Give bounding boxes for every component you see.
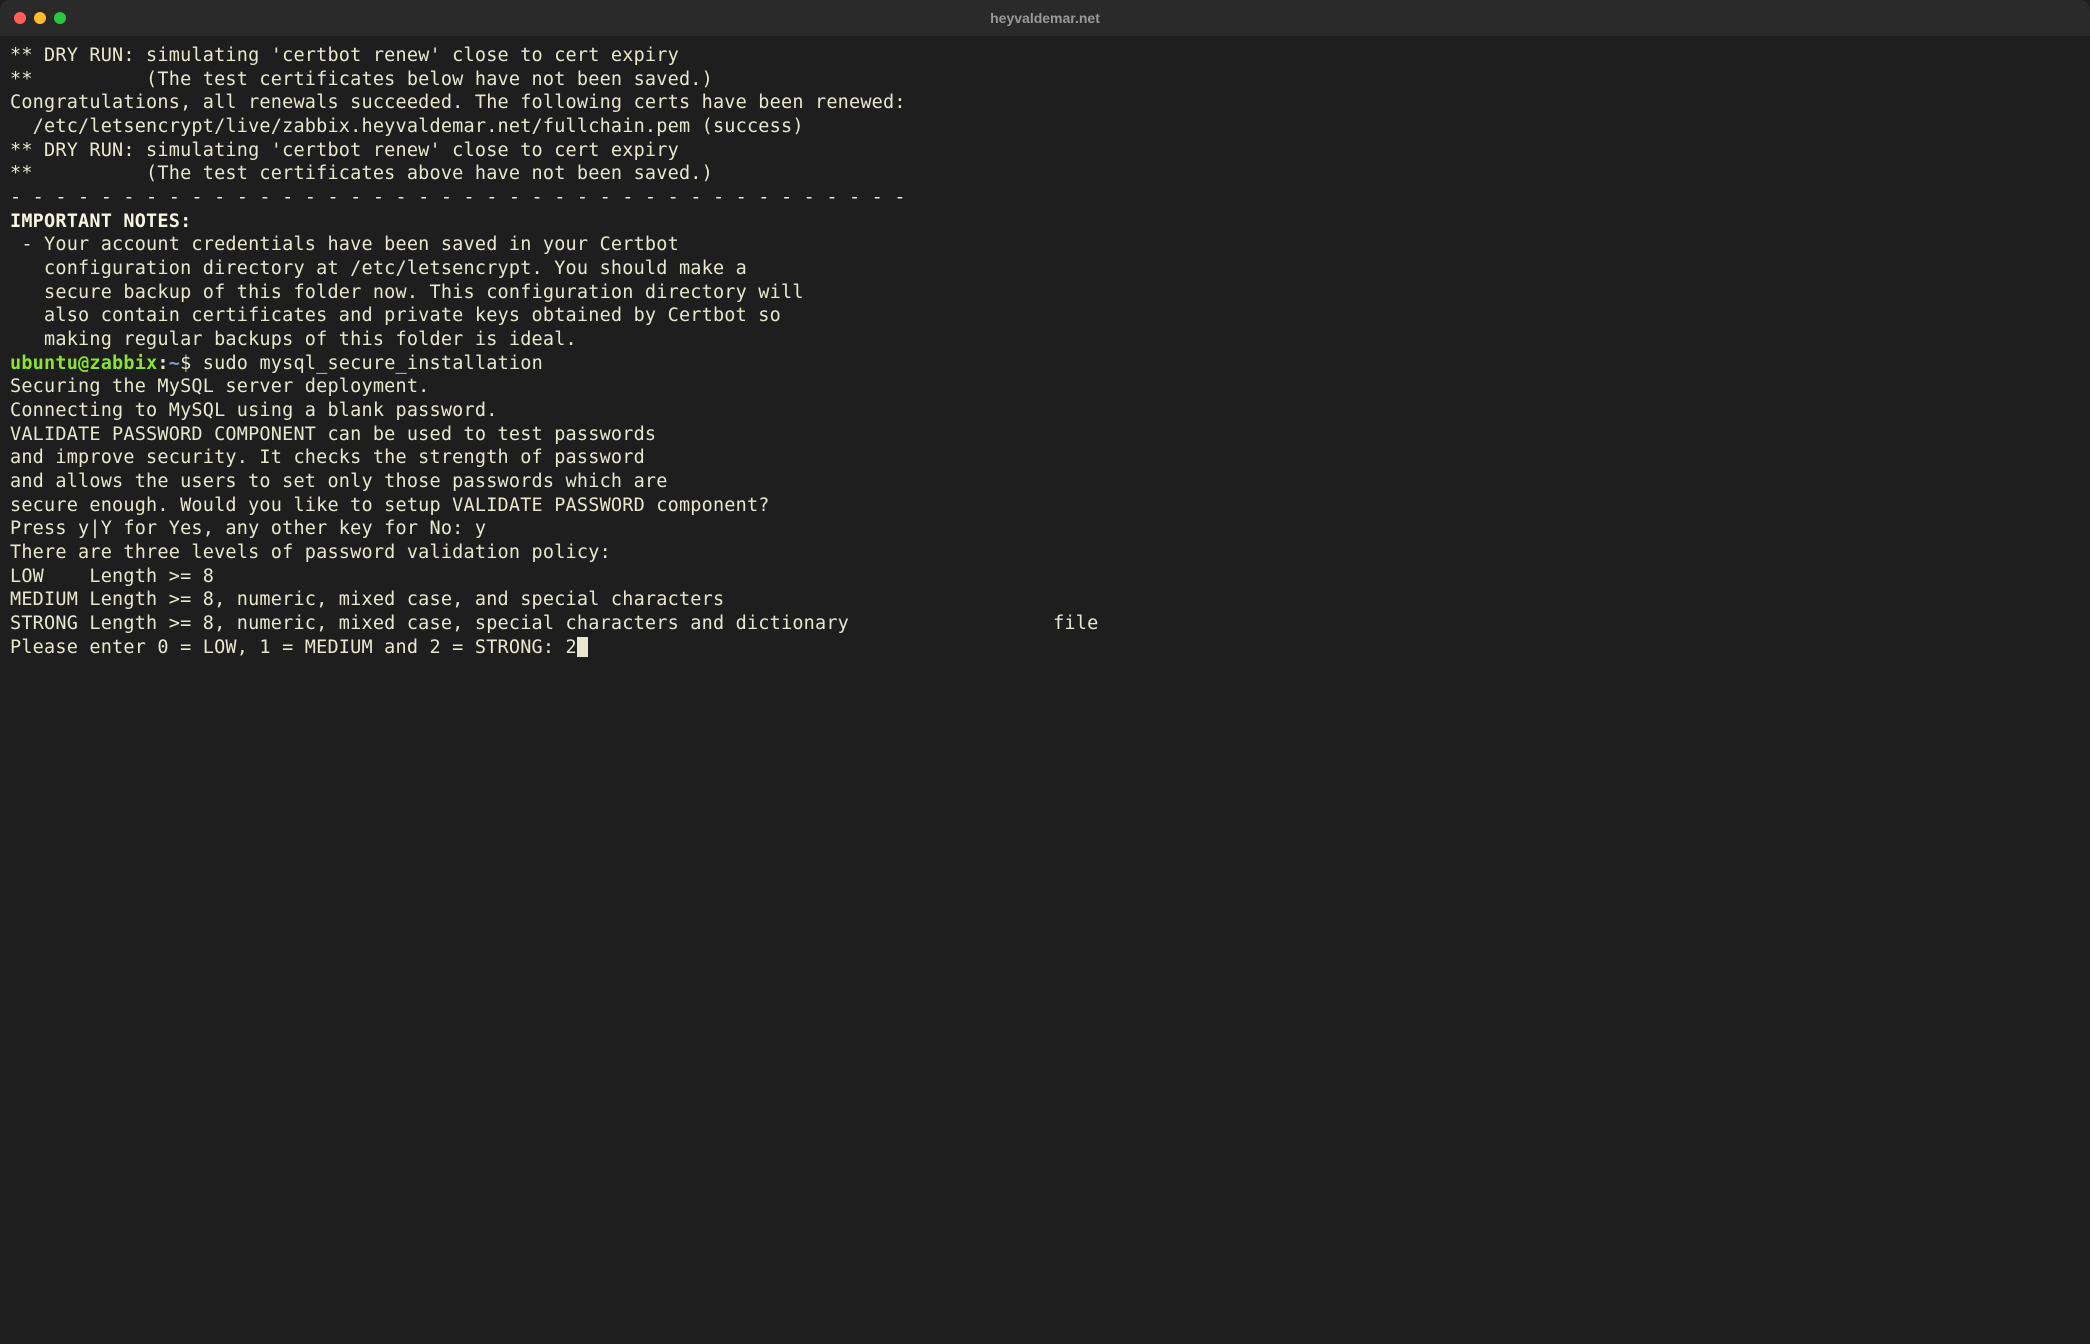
prompt-text: Please enter 0 = LOW, 1 = MEDIUM and 2 =… (10, 637, 577, 658)
window-titlebar: heyvaldemar.net (0, 0, 2090, 36)
output-line: ** DRY RUN: simulating 'certbot renew' c… (10, 139, 2080, 163)
prompt-host: zabbix (89, 353, 157, 374)
terminal-window: heyvaldemar.net ** DRY RUN: simulating '… (0, 0, 2090, 1344)
output-line: Congratulations, all renewals succeeded.… (10, 91, 2080, 115)
output-line: Connecting to MySQL using a blank passwo… (10, 399, 2080, 423)
prompt-colon: : (157, 353, 168, 374)
window-controls (14, 12, 66, 24)
output-line: STRONG Length >= 8, numeric, mixed case,… (10, 612, 2080, 636)
output-line: - Your account credentials have been sav… (10, 233, 2080, 257)
output-line: - - - - - - - - - - - - - - - - - - - - … (10, 186, 2080, 210)
output-line: and allows the users to set only those p… (10, 470, 2080, 494)
prompt-dollar: $ (180, 353, 203, 374)
output-line: Securing the MySQL server deployment. (10, 375, 2080, 399)
output-line: VALIDATE PASSWORD COMPONENT can be used … (10, 423, 2080, 447)
output-line: ** (The test certificates below have not… (10, 68, 2080, 92)
output-line: and improve security. It checks the stre… (10, 446, 2080, 470)
output-line: secure backup of this folder now. This c… (10, 281, 2080, 305)
output-line: Press y|Y for Yes, any other key for No:… (10, 517, 2080, 541)
close-button[interactable] (14, 12, 26, 24)
output-line: also contain certificates and private ke… (10, 304, 2080, 328)
window-title: heyvaldemar.net (990, 10, 1100, 26)
output-line: There are three levels of password valid… (10, 541, 2080, 565)
output-line: configuration directory at /etc/letsencr… (10, 257, 2080, 281)
output-line: LOW Length >= 8 (10, 565, 2080, 589)
output-line: ** DRY RUN: simulating 'certbot renew' c… (10, 44, 2080, 68)
output-line: making regular backups of this folder is… (10, 328, 2080, 352)
command-text: sudo mysql_secure_installation (203, 353, 543, 374)
prompt-user: ubuntu (10, 353, 78, 374)
output-line: secure enough. Would you like to setup V… (10, 494, 2080, 518)
prompt-line: ubuntu@zabbix:~$ sudo mysql_secure_insta… (10, 352, 2080, 376)
terminal-output[interactable]: ** DRY RUN: simulating 'certbot renew' c… (0, 36, 2090, 1344)
input-line: Please enter 0 = LOW, 1 = MEDIUM and 2 =… (10, 636, 2080, 660)
cursor (577, 637, 588, 657)
output-heading: IMPORTANT NOTES: (10, 210, 2080, 234)
minimize-button[interactable] (34, 12, 46, 24)
prompt-at: @ (78, 353, 89, 374)
prompt-path: ~ (169, 353, 180, 374)
maximize-button[interactable] (54, 12, 66, 24)
output-line: /etc/letsencrypt/live/zabbix.heyvaldemar… (10, 115, 2080, 139)
output-line: ** (The test certificates above have not… (10, 162, 2080, 186)
output-line: MEDIUM Length >= 8, numeric, mixed case,… (10, 588, 2080, 612)
